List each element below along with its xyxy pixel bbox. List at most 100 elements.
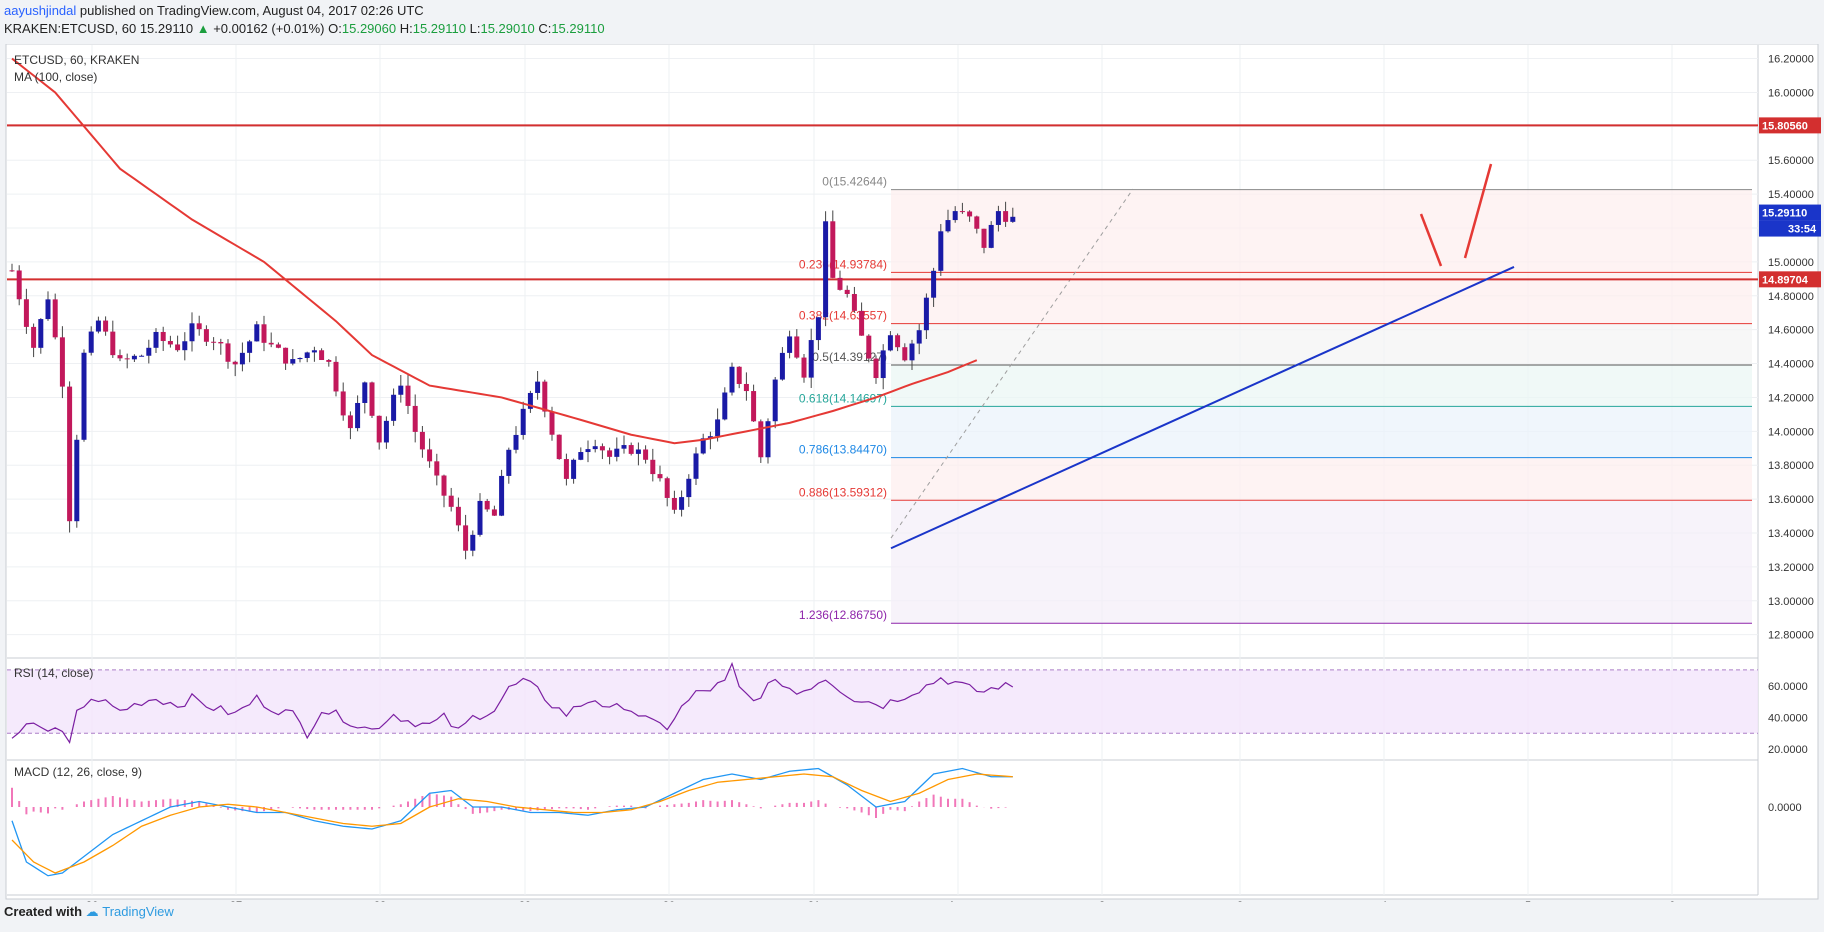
- rsi-tick-label: 40.0000: [1768, 712, 1808, 724]
- fib-band: [891, 406, 1752, 458]
- candle: [772, 379, 778, 422]
- candle: [938, 231, 944, 271]
- candle: [592, 446, 598, 450]
- support-price-tag: 14.89704: [1762, 274, 1809, 286]
- candle: [23, 299, 29, 327]
- candle: [549, 411, 555, 435]
- x-tick-label: 27: [230, 900, 242, 902]
- candle: [902, 347, 908, 361]
- candle: [1003, 211, 1009, 222]
- price-change: +0.00162 (+0.01%): [213, 21, 325, 36]
- chart-canvas[interactable]: 0(15.42644) 0.236(14.93784) 0.382(14.63557…: [0, 44, 1824, 902]
- candle: [16, 270, 22, 300]
- candle: [391, 394, 397, 421]
- candle: [859, 310, 865, 336]
- candle: [45, 299, 51, 320]
- candle: [124, 358, 130, 360]
- candle: [110, 331, 116, 356]
- candle: [686, 478, 692, 498]
- candle: [254, 324, 260, 342]
- fib-band: [891, 189, 1752, 273]
- candle: [268, 342, 274, 345]
- candle: [779, 352, 785, 380]
- fib-level-label: 0.886(13.59312): [799, 485, 887, 499]
- publish-line: aayushjindal published on TradingView.co…: [4, 3, 424, 18]
- candle: [715, 419, 721, 437]
- candle: [239, 352, 245, 365]
- fib-band: [891, 365, 1752, 407]
- x-tick-label: 28: [374, 900, 386, 902]
- candle: [311, 350, 317, 353]
- candle: [679, 497, 685, 510]
- candle: [916, 330, 922, 344]
- y-tick-label: 13.00000: [1768, 596, 1814, 608]
- candle: [340, 391, 346, 416]
- candle: [167, 341, 173, 345]
- candle: [463, 525, 469, 551]
- close-value: 15.29110: [551, 21, 605, 36]
- candle: [563, 459, 569, 479]
- tradingview-brand[interactable]: TradingView: [102, 904, 174, 919]
- macd-tick-label: 0.0000: [1768, 802, 1802, 814]
- y-tick-label: 13.80000: [1768, 460, 1814, 472]
- y-tick-label: 15.40000: [1768, 189, 1814, 201]
- candle: [95, 320, 101, 332]
- candle: [988, 224, 994, 248]
- candle: [643, 449, 649, 460]
- candle: [211, 341, 217, 343]
- fib-band: [891, 457, 1752, 501]
- close-label: C:: [538, 21, 552, 36]
- candle: [218, 342, 224, 344]
- candle: [398, 385, 404, 395]
- y-tick-label: 13.40000: [1768, 528, 1814, 540]
- candle: [743, 383, 749, 392]
- candle: [995, 211, 1001, 225]
- y-tick-label: 14.80000: [1768, 291, 1814, 303]
- candle: [599, 446, 605, 451]
- candle: [31, 326, 37, 348]
- candle: [650, 459, 656, 475]
- candle: [196, 323, 202, 330]
- candle: [9, 270, 15, 272]
- candle: [736, 366, 742, 384]
- created-with-label: Created with: [4, 904, 83, 919]
- candle: [866, 335, 872, 359]
- candle: [182, 341, 188, 351]
- low-label: L:: [469, 21, 481, 36]
- fib-band: [891, 323, 1752, 366]
- y-tick-label: 13.60000: [1768, 494, 1814, 506]
- tradingview-logo-icon[interactable]: ☁: [86, 904, 99, 919]
- candle: [419, 431, 425, 450]
- footer: Created with ☁ TradingView: [4, 904, 174, 920]
- candle: [880, 350, 886, 379]
- candle: [578, 452, 584, 460]
- candle: [542, 381, 548, 412]
- candle: [635, 449, 641, 454]
- candle: [909, 343, 915, 361]
- high-label: H:: [399, 21, 413, 36]
- macd-pane-title: MACD (12, 26, close, 9): [14, 765, 142, 779]
- candle: [131, 355, 137, 360]
- candle: [837, 277, 843, 290]
- candle: [225, 343, 231, 362]
- candle: [628, 445, 634, 454]
- fib-level-label: 0(15.42644): [822, 175, 887, 189]
- candle: [304, 352, 310, 358]
- rsi-band: [7, 669, 1758, 734]
- candle: [585, 449, 591, 453]
- candle: [664, 478, 670, 498]
- author-link[interactable]: aayushjindal: [4, 3, 76, 18]
- candle: [830, 221, 836, 278]
- candle: [535, 381, 541, 393]
- x-tick-label: 30: [663, 900, 675, 902]
- candle: [455, 506, 461, 526]
- main-pane-title: ETCUSD, 60, KRAKEN: [14, 53, 139, 67]
- candle: [729, 366, 735, 393]
- candle: [283, 347, 289, 364]
- symbol-line: KRAKEN:ETCUSD, 60 15.29110 ▲ +0.00162 (+…: [4, 21, 605, 36]
- fib-band: [891, 500, 1752, 624]
- candle: [477, 500, 483, 535]
- low-value: 15.29010: [480, 21, 535, 36]
- fib-level-label: 0.236(14.93784): [799, 257, 887, 271]
- x-tick-label: 2: [1099, 900, 1105, 902]
